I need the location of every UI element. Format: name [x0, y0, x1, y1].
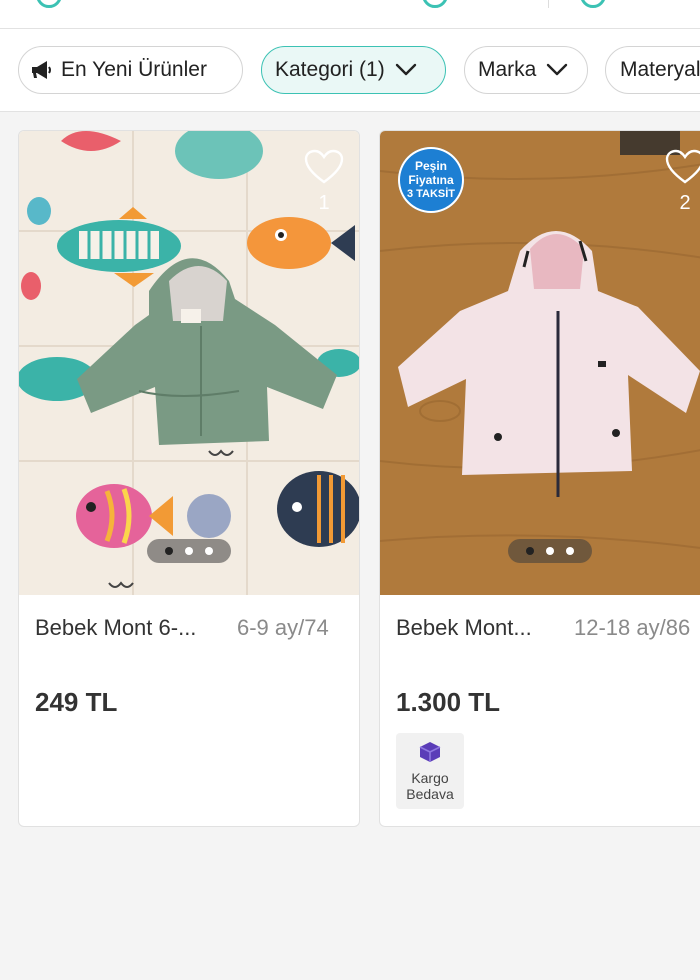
radio-icon[interactable] — [580, 0, 606, 8]
product-name[interactable]: Bebek Mont 6-... — [35, 615, 221, 641]
filter-chip-material[interactable]: Materyal — [605, 46, 700, 94]
favorite-count: 2 — [679, 192, 691, 214]
top-bar — [0, 0, 700, 29]
installment-badge: Peşin Fiyatına 3 TAKSİT — [398, 147, 464, 213]
radio-icon[interactable] — [422, 0, 448, 8]
product-card[interactable]: 1 Bebek Mont 6-... 6-9 ay/74 249 TL — [18, 130, 360, 827]
filter-chip-label: Materyal — [620, 58, 700, 81]
carousel-dot[interactable] — [546, 547, 554, 555]
filter-chip-newest[interactable]: En Yeni Ürünler — [18, 46, 243, 94]
filter-chip-label: En Yeni Ürünler — [61, 58, 207, 81]
filter-bar: En Yeni Ürünler Kategori (1) Marka Mater… — [0, 29, 700, 112]
radio-icon[interactable] — [36, 0, 62, 8]
shipping-line: Kargo — [411, 770, 449, 786]
carousel-dot[interactable] — [165, 547, 173, 555]
divider — [548, 0, 549, 8]
filter-chip-label: Kategori (1) — [275, 58, 385, 81]
badge-line: Fiyatına — [408, 173, 454, 187]
product-image[interactable]: Peşin Fiyatına 3 TAKSİT 2 — [380, 131, 700, 595]
heart-icon — [665, 149, 700, 190]
heart-icon — [304, 149, 344, 190]
product-name[interactable]: Bebek Mont... — [396, 615, 556, 641]
favorite-button[interactable]: 2 — [664, 149, 700, 215]
carousel-dot[interactable] — [566, 547, 574, 555]
free-shipping-tag: Kargo Bedava — [396, 733, 464, 809]
chevron-down-icon — [546, 63, 568, 77]
badge-line: Peşin — [414, 159, 447, 173]
shipping-line: Bedava — [406, 786, 454, 802]
filter-chip-label: Marka — [478, 58, 537, 81]
badge-line: 3 TAKSİT — [406, 188, 456, 200]
image-carousel-indicator[interactable] — [147, 539, 231, 563]
product-image[interactable]: 1 — [19, 131, 359, 595]
carousel-dot[interactable] — [205, 547, 213, 555]
favorite-button[interactable]: 1 — [303, 149, 345, 215]
chevron-down-icon — [395, 63, 417, 77]
carousel-dot[interactable] — [185, 547, 193, 555]
package-icon — [396, 741, 464, 766]
filter-chip-category[interactable]: Kategori (1) — [261, 46, 446, 94]
megaphone-icon — [31, 60, 53, 80]
product-card[interactable]: Peşin Fiyatına 3 TAKSİT 2 Bebek Mont... … — [379, 130, 700, 827]
product-size: 6-9 ay/74 — [237, 615, 329, 640]
product-price: 249 TL — [35, 687, 118, 717]
product-price: 1.300 TL — [396, 687, 501, 717]
favorite-count: 1 — [318, 192, 330, 214]
carousel-dot[interactable] — [526, 547, 534, 555]
image-carousel-indicator[interactable] — [508, 539, 592, 563]
product-size: 12-18 ay/86 — [574, 615, 691, 640]
filter-chip-brand[interactable]: Marka — [464, 46, 588, 94]
